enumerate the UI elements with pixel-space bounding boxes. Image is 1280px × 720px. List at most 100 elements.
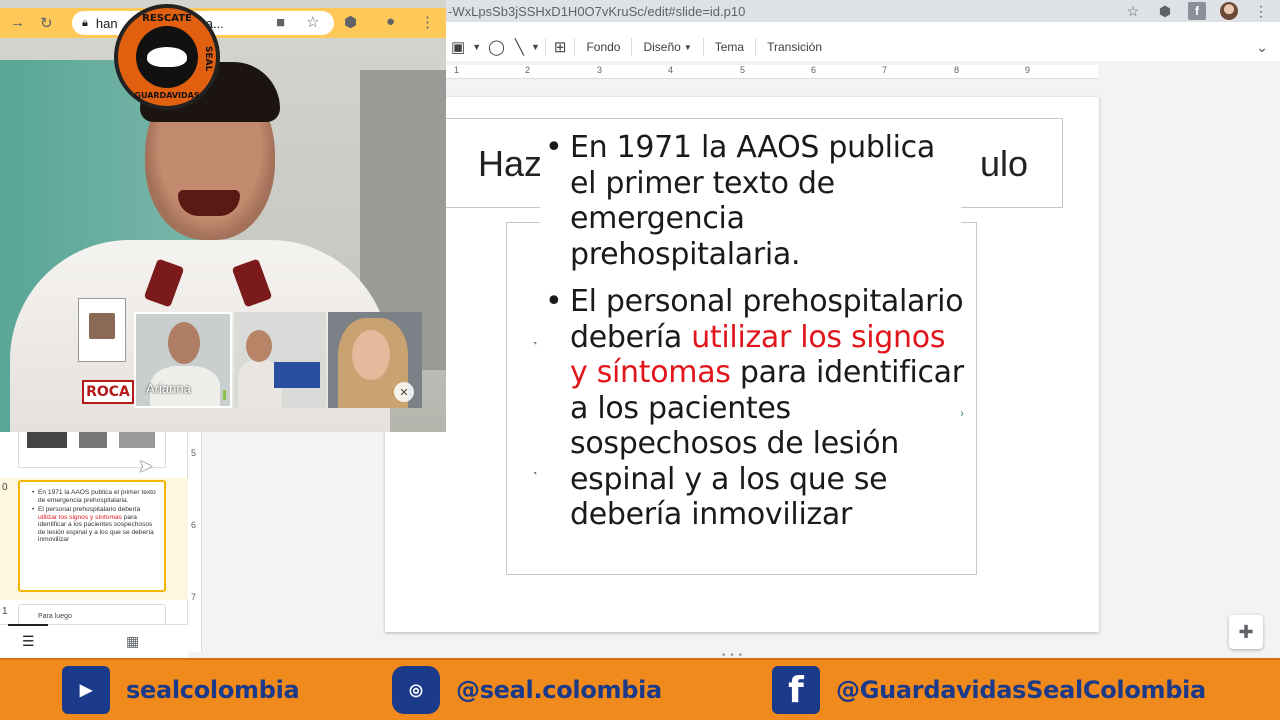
speaking-indicator bbox=[223, 390, 226, 400]
facebook-icon: f bbox=[772, 666, 820, 714]
ruler-number: 7 bbox=[882, 65, 888, 75]
thumbnail-bullet: En 1971 la AAOS publica el primer texto … bbox=[30, 489, 160, 504]
toolbar-separator bbox=[702, 38, 704, 56]
ruler-number: 7 bbox=[191, 592, 197, 602]
participant-face bbox=[352, 330, 390, 380]
menu-icon: ⋮ bbox=[420, 14, 435, 31]
background-monitor bbox=[274, 362, 320, 388]
image-icon[interactable]: ▣ bbox=[446, 38, 470, 56]
profile-avatar[interactable] bbox=[1220, 2, 1238, 20]
list-view-icon[interactable]: ☰ bbox=[22, 633, 35, 650]
facebook-link[interactable]: f @GuardavidasSealColombia bbox=[772, 666, 1206, 714]
toolbar-separator bbox=[544, 38, 546, 56]
facebook-handle: @GuardavidasSealColombia bbox=[836, 676, 1206, 704]
chevron-down-icon: ▼ bbox=[683, 42, 692, 52]
participant-name: Arianna bbox=[146, 381, 191, 396]
lock-icon: 🔒︎ bbox=[82, 16, 88, 29]
line-icon[interactable]: ╲ bbox=[510, 38, 529, 56]
grid-view-icon[interactable]: ▦ bbox=[126, 633, 139, 650]
thumbnail-bullet-text: El personal prehospitalario debería bbox=[38, 506, 141, 513]
logo-emblem bbox=[136, 26, 198, 88]
slides-toolbar: ▣ ▼ ◯ ╲ ▼ ⊞ Fondo Diseño ▼ Tema Transició… bbox=[446, 33, 1280, 61]
ruler-number: 2 bbox=[525, 65, 531, 75]
dropdown-arrow-icon[interactable]: ▼ bbox=[470, 42, 483, 52]
thumbnail-image bbox=[27, 432, 67, 448]
slide-title-left: Haz bbox=[478, 143, 543, 184]
instagram-icon: ◎ bbox=[392, 666, 440, 714]
thumbnail-text: En 1971 la AAOS publica el primer texto … bbox=[30, 489, 160, 544]
ruler-number: 1 bbox=[454, 65, 460, 75]
bullet-text: En 1971 la AAOS publica el primer texto … bbox=[570, 130, 935, 272]
participant-tile[interactable]: ✕ bbox=[328, 312, 422, 408]
bullet-item: En 1971 la AAOS publica el primer texto … bbox=[545, 130, 965, 272]
layout-label: Diseño bbox=[643, 40, 681, 54]
hidden-bullet-mark: ˺ bbox=[533, 470, 537, 484]
vertical-ruler[interactable]: 5 6 7 bbox=[188, 430, 202, 652]
screen: -WxLpsSb3jSSHxD1H0O7vKruSc/edit#slide=id… bbox=[0, 0, 1280, 720]
toolbar-spacer bbox=[446, 22, 1280, 33]
bullet-item: El personal prehospitalario debería util… bbox=[545, 284, 965, 533]
logo-bottom-text: GUARDAVIDAS bbox=[134, 91, 200, 100]
explore-icon: ✚ bbox=[1238, 621, 1254, 642]
slide-number: 1 bbox=[2, 606, 8, 617]
ruler-number: 5 bbox=[740, 65, 746, 75]
bookmark-star-icon[interactable]: ☆ bbox=[1124, 2, 1142, 20]
participant-tile[interactable] bbox=[234, 312, 326, 408]
slide-title-right: ulo bbox=[980, 143, 1029, 184]
participant-tile[interactable]: Arianna bbox=[134, 312, 232, 408]
active-view-indicator bbox=[8, 624, 48, 626]
shape-icon[interactable]: ◯ bbox=[483, 38, 510, 56]
explore-button[interactable]: ✚ bbox=[1229, 615, 1263, 649]
insert-comment-icon[interactable]: ⊞ bbox=[549, 38, 572, 56]
camera-icon: ■ bbox=[276, 14, 286, 31]
toolbar-separator bbox=[755, 38, 757, 56]
seal-icon bbox=[147, 47, 187, 67]
star-icon: ☆ bbox=[306, 14, 320, 31]
instagram-handle: @seal.colombia bbox=[456, 676, 662, 704]
horizontal-ruler[interactable]: 1 2 3 4 5 6 7 8 9 bbox=[446, 65, 1098, 79]
ruler-number: 4 bbox=[668, 65, 674, 75]
thumbnail-image bbox=[79, 432, 107, 448]
layout-button[interactable]: Diseño ▼ bbox=[635, 35, 699, 59]
browser-address-bar[interactable]: -WxLpsSb3jSSHxD1H0O7vKruSc/edit#slide=id… bbox=[446, 0, 1280, 22]
mouse-cursor-icon: ➤ bbox=[138, 456, 154, 476]
thumbnail-bullet: El personal prehospitalario debería util… bbox=[30, 506, 160, 544]
presenter-mouth bbox=[178, 190, 240, 216]
ruler-number: 5 bbox=[191, 448, 197, 458]
participant-face bbox=[168, 322, 200, 364]
presenter-video: ROCA → ↻ 🔒︎ hanom/ca... ■ ☆ ⬢ ● ⋮ RESCAT… bbox=[0, 0, 446, 432]
uniform-label: ROCA bbox=[82, 380, 134, 404]
facebook-extension-icon[interactable]: f bbox=[1188, 2, 1206, 20]
url-text[interactable]: -WxLpsSb3jSSHxD1H0O7vKruSc/edit#slide=id… bbox=[446, 4, 745, 19]
browser-menu-icon[interactable]: ⋮ bbox=[1252, 2, 1270, 20]
thumbnail-bullet-red: utilizar los signos y síntomas bbox=[38, 513, 122, 521]
youtube-icon: ▶ bbox=[62, 666, 110, 714]
logo-side-text: SEAL bbox=[203, 46, 213, 72]
toolbar-separator bbox=[631, 38, 633, 56]
youtube-handle: sealcolombia bbox=[126, 676, 300, 704]
reload-icon: ↻ bbox=[40, 15, 53, 32]
collapse-toolbar-icon[interactable]: ⌄ bbox=[1256, 39, 1268, 56]
dropdown-arrow-icon[interactable]: ▼ bbox=[529, 42, 542, 52]
logo-top-text: RESCATE bbox=[142, 13, 192, 24]
transition-button[interactable]: Transición bbox=[759, 35, 830, 59]
ruler-number: 6 bbox=[191, 520, 197, 530]
shield-extension-icon[interactable]: ⬢ bbox=[1156, 2, 1174, 20]
toolbar-separator bbox=[574, 38, 576, 56]
ruler-number: 8 bbox=[954, 65, 960, 75]
shield-icon: ⬢ bbox=[344, 14, 358, 31]
youtube-link[interactable]: ▶ sealcolombia bbox=[62, 666, 300, 714]
browser-toolbar-icons: ☆ ⬢ f ⋮ bbox=[1124, 2, 1270, 20]
slide-bullet-list: En 1971 la AAOS publica el primer texto … bbox=[545, 130, 965, 533]
id-badge bbox=[78, 298, 126, 362]
ruler-number: 9 bbox=[1025, 65, 1031, 75]
theme-button[interactable]: Tema bbox=[707, 35, 752, 59]
rescate-guardavidas-logo: RESCATE GUARDAVIDAS SEAL bbox=[114, 4, 220, 110]
instagram-link[interactable]: ◎ @seal.colombia bbox=[392, 666, 662, 714]
background-button[interactable]: Fondo bbox=[578, 35, 628, 59]
ruler-number: 3 bbox=[597, 65, 603, 75]
microphone-muted-icon: ✕ bbox=[394, 382, 414, 402]
hidden-bullet-mark: ˺ bbox=[533, 340, 537, 354]
ruler-number: 6 bbox=[811, 65, 817, 75]
slide-number: 0 bbox=[2, 482, 8, 493]
